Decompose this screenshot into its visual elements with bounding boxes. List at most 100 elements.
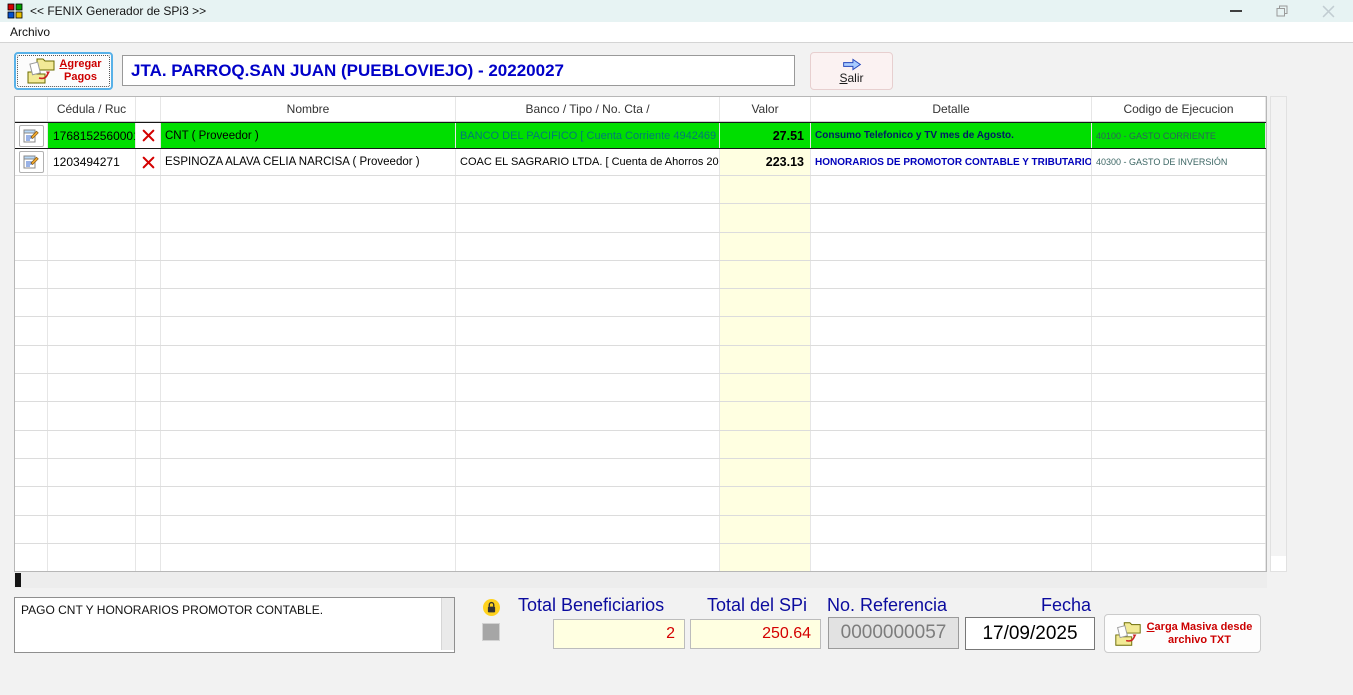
edit-cell [15, 123, 48, 148]
table-header-row: Cédula / Ruc Nombre Banco / Tipo / No. C… [15, 97, 1266, 122]
grid-cell-empty [15, 402, 48, 429]
exit-arrow-icon [841, 58, 863, 71]
empty-row [15, 317, 1266, 345]
grid-cell-empty [136, 516, 161, 543]
valor-cell-empty [720, 459, 811, 486]
grid-cell-empty [48, 204, 136, 231]
grid-cell-empty [456, 204, 720, 231]
detalle-cell: HONORARIOS DE PROMOTOR CONTABLE Y TRIBUT… [811, 149, 1092, 175]
nombre-cell: ESPINOZA ALAVA CELIA NARCISA ( Proveedor… [161, 149, 456, 175]
grid-cell-empty [1092, 346, 1266, 373]
grid-cell-empty [15, 346, 48, 373]
grid-cell-empty [456, 317, 720, 344]
grid-cell-empty [811, 204, 1092, 231]
agregar-pagos-button[interactable]: Agregar Pagos [14, 52, 113, 90]
minimize-icon [1230, 10, 1242, 12]
grid-cell-empty [15, 176, 48, 203]
total-spi-label: Total del SPi [707, 595, 807, 616]
delete-row-button[interactable] [136, 149, 160, 175]
empty-row [15, 431, 1266, 459]
grid-cell-empty [48, 459, 136, 486]
grid-cell-empty [161, 516, 456, 543]
grid-cell-empty [811, 176, 1092, 203]
valor-cell-empty [720, 516, 811, 543]
carga-masiva-button[interactable]: Carga Masiva desde archivo TXT [1104, 614, 1261, 653]
grid-cell-empty [48, 233, 136, 260]
valor-cell: 223.13 [720, 149, 811, 175]
empty-row [15, 516, 1266, 544]
restore-button[interactable] [1259, 0, 1305, 22]
grid-cell-empty [136, 487, 161, 514]
valor-cell-empty [720, 261, 811, 288]
minimize-button[interactable] [1213, 0, 1259, 22]
grid-cell-empty [161, 487, 456, 514]
total-beneficiarios-label: Total Beneficiarios [518, 595, 664, 616]
grid-cell-empty [48, 516, 136, 543]
menu-item-archivo[interactable]: Archivo [0, 25, 60, 39]
empty-row [15, 487, 1266, 515]
referencia-value-field: 0000000057 [828, 617, 959, 649]
gray-square-button[interactable] [482, 623, 500, 641]
title-bar: << FENIX Generador de SPi3 >> [0, 0, 1353, 22]
payments-table: Cédula / Ruc Nombre Banco / Tipo / No. C… [14, 96, 1267, 572]
grid-cell-empty [15, 374, 48, 401]
grid-cell-empty [15, 487, 48, 514]
empty-row [15, 544, 1266, 572]
delete-row-button[interactable] [136, 123, 160, 148]
edit-row-button[interactable] [19, 125, 44, 147]
table-body: 1768152560001CNT ( Proveedor )BANCO DEL … [15, 122, 1266, 572]
grid-cell-empty [161, 204, 456, 231]
grid-cell-empty [136, 402, 161, 429]
entity-name-field[interactable]: JTA. PARROQ.SAN JUAN (PUEBLOVIEJO) - 202… [122, 55, 795, 86]
grid-cell-empty [15, 317, 48, 344]
grid-cell-empty [136, 289, 161, 316]
valor-cell-empty [720, 402, 811, 429]
codigo-cell: 40100 - GASTO CORRIENTE [1092, 123, 1266, 148]
total-beneficiarios-value: 2 [553, 619, 685, 649]
edit-cell [15, 149, 48, 175]
horizontal-scrollbar[interactable] [14, 572, 1267, 588]
grid-cell-empty [48, 317, 136, 344]
empty-row [15, 289, 1266, 317]
grid-cell-empty [811, 544, 1092, 571]
grid-cell-empty [161, 431, 456, 458]
grid-cell-empty [136, 261, 161, 288]
valor-cell-empty [720, 544, 811, 571]
grid-cell-empty [48, 402, 136, 429]
grid-cell-empty [48, 544, 136, 571]
grid-cell-empty [15, 204, 48, 231]
grid-cell-empty [811, 289, 1092, 316]
horizontal-scrollbar-thumb[interactable] [15, 573, 21, 587]
grid-cell-empty [1092, 516, 1266, 543]
grid-cell-empty [136, 204, 161, 231]
grid-cell-empty [15, 544, 48, 571]
empty-row [15, 374, 1266, 402]
grid-cell-empty [1092, 544, 1266, 571]
header-delete-column [136, 97, 161, 121]
observaciones-textarea[interactable]: PAGO CNT Y HONORARIOS PROMOTOR CONTABLE. [14, 597, 455, 653]
close-button[interactable] [1305, 0, 1351, 22]
grid-cell-empty [456, 459, 720, 486]
app-icon [7, 3, 23, 19]
delete-cell [136, 123, 161, 148]
grid-cell-empty [1092, 431, 1266, 458]
header-valor: Valor [720, 97, 811, 121]
vertical-scrollbar[interactable] [1270, 96, 1287, 572]
scrollbar-corner [1271, 556, 1286, 571]
valor-cell-empty [720, 431, 811, 458]
grid-cell-empty [161, 346, 456, 373]
carga-label-line2: archivo TXT [1147, 634, 1253, 647]
banco-cell: BANCO DEL PACIFICO [ Cuenta Corriente 49… [456, 123, 720, 148]
salir-button[interactable]: Salir [810, 52, 893, 90]
empty-row [15, 402, 1266, 430]
fecha-value-field[interactable]: 17/09/2025 [965, 617, 1095, 650]
table-row[interactable]: 1203494271ESPINOZA ALAVA CELIA NARCISA (… [15, 149, 1266, 176]
grid-cell-empty [48, 289, 136, 316]
application-window: << FENIX Generador de SPi3 >> Archivo [0, 0, 1353, 695]
edit-row-button[interactable] [19, 151, 44, 173]
observaciones-scrollbar[interactable] [441, 598, 454, 650]
table-row[interactable]: 1768152560001CNT ( Proveedor )BANCO DEL … [15, 122, 1266, 149]
grid-cell-empty [811, 516, 1092, 543]
grid-cell-empty [136, 233, 161, 260]
grid-cell-empty [1092, 317, 1266, 344]
